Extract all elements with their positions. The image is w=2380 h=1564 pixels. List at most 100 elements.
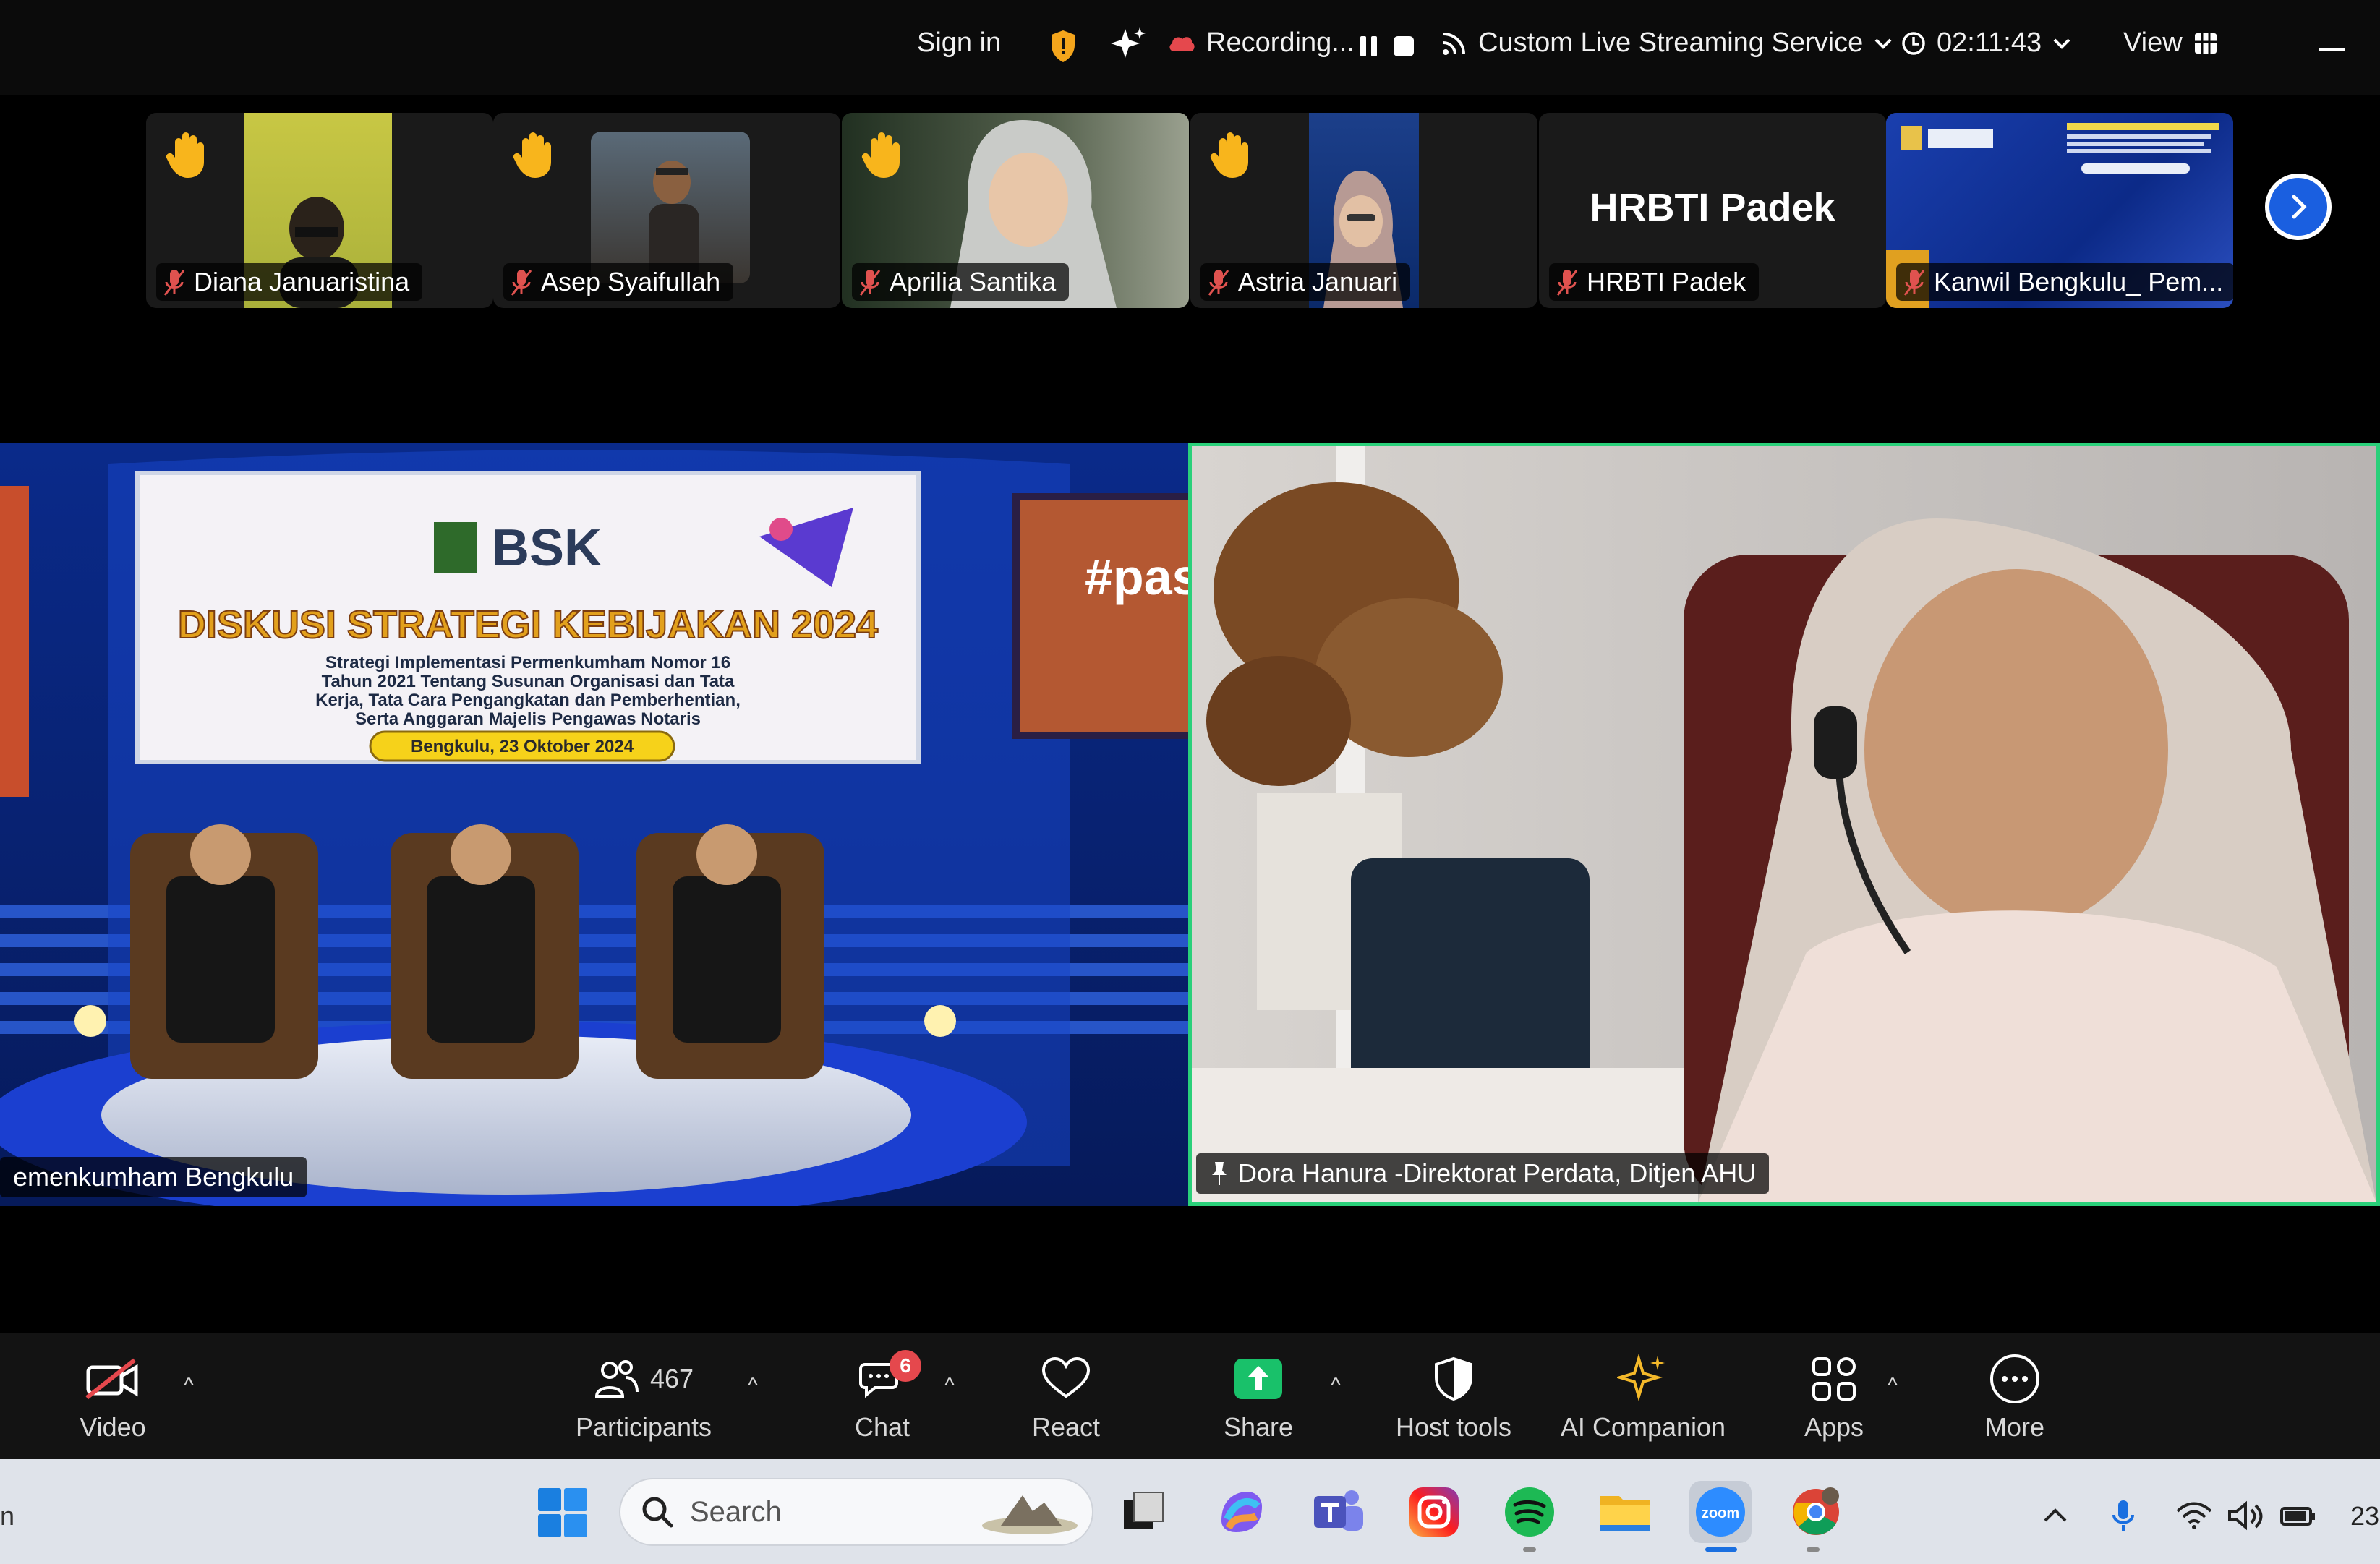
running-indicator bbox=[1523, 1547, 1536, 1552]
taskbar-app-instagram[interactable] bbox=[1403, 1481, 1465, 1543]
banner-date: Bengkulu, 23 Oktober 2024 bbox=[411, 737, 634, 756]
video-tile-studio[interactable]: #pasti PA BSK DISKUSI STRATEGI KEBIJAKAN… bbox=[0, 443, 1188, 1206]
wifi-tray-button[interactable] bbox=[2174, 1497, 2214, 1534]
taskbar-app-task-view[interactable] bbox=[1112, 1481, 1174, 1543]
instagram-icon bbox=[1409, 1487, 1459, 1537]
meeting-timer-dropdown[interactable]: 02:11:43 bbox=[1901, 27, 2072, 59]
battery-icon bbox=[2280, 1507, 2315, 1526]
sign-in-link[interactable]: Sign in bbox=[917, 27, 1001, 59]
taskbar-app-zoom[interactable]: zoom bbox=[1689, 1481, 1752, 1543]
participant-thumbnail[interactable]: HRBTI Padek HRBTI Padek bbox=[1539, 113, 1886, 308]
meeting-toolbar: Video ^ 467 Participants ^ 6 Chat ^ Reac… bbox=[0, 1333, 2380, 1459]
raised-hand-icon bbox=[861, 132, 900, 178]
video-options-caret[interactable]: ^ bbox=[184, 1374, 194, 1398]
participant-thumbnail[interactable]: Kanwil Bengkulu_ Pem... bbox=[1886, 113, 2233, 308]
chat-options-caret[interactable]: ^ bbox=[944, 1374, 955, 1398]
participant-video bbox=[591, 132, 750, 283]
wifi-icon bbox=[2176, 1502, 2212, 1529]
meeting-top-bar: Sign in Recording... Custom Live Streami… bbox=[0, 0, 2380, 95]
participant-thumbnail[interactable]: Astria Januari bbox=[1190, 113, 1537, 308]
stop-recording-button[interactable] bbox=[1391, 33, 1416, 59]
copilot-icon bbox=[1221, 1492, 1262, 1532]
apps-icon bbox=[1812, 1357, 1856, 1401]
more-button[interactable]: More bbox=[1971, 1333, 2058, 1459]
view-label: View bbox=[2123, 27, 2183, 58]
recording-label: Recording... bbox=[1206, 27, 1355, 58]
volume-tray-button[interactable] bbox=[2226, 1497, 2266, 1534]
show-hidden-icons-button[interactable] bbox=[2039, 1497, 2071, 1534]
taskbar-app-file-explorer[interactable] bbox=[1594, 1481, 1656, 1543]
ai-sparkle-icon[interactable] bbox=[1109, 26, 1147, 64]
windows-start-button[interactable] bbox=[535, 1485, 590, 1540]
clock-icon bbox=[1902, 31, 1925, 55]
participant-name: Kanwil Bengkulu_ Pem... bbox=[1934, 267, 2224, 296]
ai-companion-button[interactable]: AI Companion bbox=[1555, 1333, 1731, 1459]
streaming-label: Custom Live Streaming Service bbox=[1478, 27, 1864, 58]
pause-recording-button[interactable] bbox=[1357, 32, 1381, 61]
chevron-up-icon bbox=[2044, 1508, 2067, 1522]
taskbar-app-spotify[interactable] bbox=[1498, 1481, 1561, 1543]
video-tile-active-speaker[interactable]: Dora Hanura -Direktorat Perdata, Ditjen … bbox=[1188, 443, 2380, 1206]
ai-companion-label: AI Companion bbox=[1560, 1412, 1726, 1442]
banner-logo-text: BSK bbox=[492, 519, 602, 577]
next-page-button[interactable] bbox=[2265, 174, 2332, 240]
participant-name: Dora Hanura -Direktorat Perdata, Ditjen … bbox=[1238, 1158, 1757, 1188]
ai-companion-icon bbox=[1617, 1354, 1665, 1401]
muted-mic-icon bbox=[1903, 270, 1925, 296]
view-menu-button[interactable]: View bbox=[2123, 27, 2219, 59]
chat-label: Chat bbox=[854, 1412, 910, 1442]
chevron-down-icon bbox=[2053, 38, 2070, 49]
taskbar-app-teams[interactable] bbox=[1308, 1481, 1370, 1543]
apps-options-caret[interactable]: ^ bbox=[1888, 1374, 1898, 1398]
meeting-timer: 02:11:43 bbox=[1937, 27, 2042, 58]
raised-hand-icon bbox=[513, 132, 551, 178]
participant-name-chip: Astria Januari bbox=[1200, 263, 1411, 301]
participant-name-chip: HRBTI Padek bbox=[1549, 263, 1760, 301]
share-button[interactable]: Share bbox=[1215, 1333, 1302, 1459]
apps-button[interactable]: Apps bbox=[1791, 1333, 1877, 1459]
share-options-caret[interactable]: ^ bbox=[1331, 1374, 1341, 1398]
participant-name: HRBTI Padek bbox=[1587, 267, 1746, 296]
host-tools-label: Host tools bbox=[1395, 1412, 1512, 1442]
taskbar-app-chrome[interactable] bbox=[1785, 1481, 1847, 1543]
participant-name-chip: Asep Syaifullah bbox=[503, 263, 734, 301]
participant-name: Asep Syaifullah bbox=[541, 267, 721, 296]
muted-mic-icon bbox=[1208, 270, 1229, 296]
chrome-icon bbox=[1793, 1487, 1839, 1535]
minimize-button[interactable] bbox=[2319, 43, 2345, 51]
chevron-down-icon bbox=[1874, 38, 1892, 49]
banner-subtitle-line: Tahun 2021 Tentang Susunan Organisasi da… bbox=[322, 672, 735, 691]
share-label: Share bbox=[1223, 1412, 1294, 1442]
battery-tray-button[interactable] bbox=[2278, 1497, 2319, 1534]
host-tools-button[interactable]: Host tools bbox=[1381, 1333, 1526, 1459]
more-icon bbox=[1990, 1354, 2039, 1403]
chat-button[interactable]: 6 Chat bbox=[839, 1333, 926, 1459]
microphone-icon bbox=[2112, 1500, 2134, 1531]
clock-partial: 23 bbox=[2350, 1501, 2380, 1531]
participant-name-chip: Aprilia Santika bbox=[852, 263, 1070, 301]
participants-options-caret[interactable]: ^ bbox=[748, 1374, 758, 1398]
zoom-app-icon: zoom bbox=[1696, 1487, 1745, 1537]
react-button[interactable]: React bbox=[1023, 1333, 1109, 1459]
grid-view-icon bbox=[2194, 33, 2217, 54]
raised-hand-icon bbox=[1210, 132, 1248, 178]
microphone-tray-button[interactable] bbox=[2107, 1497, 2139, 1534]
participants-icon bbox=[594, 1360, 639, 1398]
active-indicator bbox=[1705, 1547, 1737, 1552]
recording-indicator: Recording... bbox=[1167, 27, 1355, 59]
security-shield-icon[interactable] bbox=[1049, 29, 1078, 64]
participants-button[interactable]: 467 Participants bbox=[564, 1333, 723, 1459]
participant-thumbnail[interactable]: Asep Syaifullah bbox=[493, 113, 840, 308]
heart-icon bbox=[1041, 1357, 1091, 1398]
participant-thumbnail[interactable]: Aprilia Santika bbox=[842, 113, 1189, 308]
task-view-icon bbox=[1124, 1492, 1164, 1529]
folder-icon bbox=[1600, 1496, 1650, 1531]
live-streaming-dropdown[interactable]: Custom Live Streaming Service bbox=[1441, 27, 1893, 59]
search-placeholder: Search bbox=[690, 1495, 782, 1528]
video-button[interactable]: Video bbox=[69, 1333, 156, 1459]
participant-thumbnail[interactable]: Diana Januaristina bbox=[146, 113, 493, 308]
taskbar-app-copilot[interactable] bbox=[1211, 1481, 1273, 1543]
banner-subtitle-line: Strategi Implementasi Permenkumham Nomor… bbox=[325, 653, 730, 672]
taskbar-search-box[interactable]: Search bbox=[619, 1478, 1093, 1546]
side-screen-text: #pasti PA bbox=[1085, 549, 1188, 605]
